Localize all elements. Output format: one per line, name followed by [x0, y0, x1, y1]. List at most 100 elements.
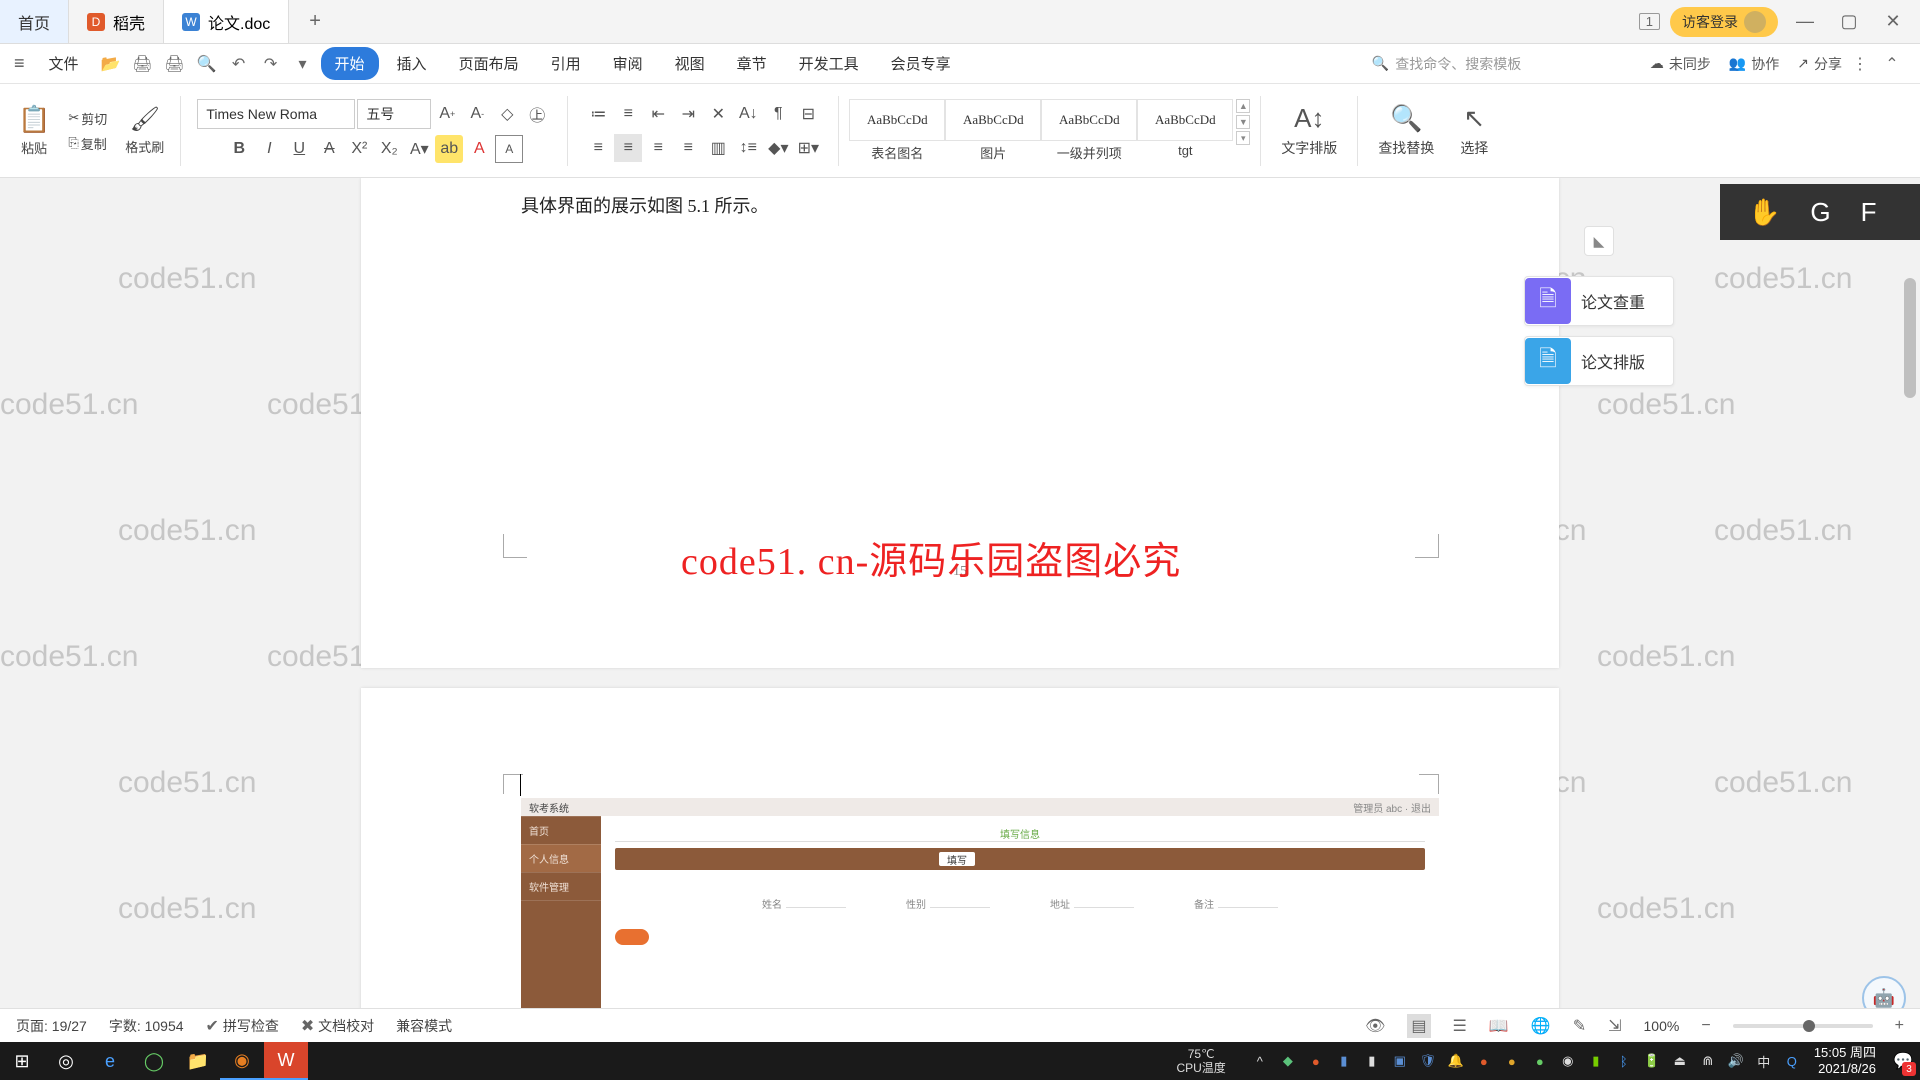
tab-settings-icon[interactable]: ⊟: [794, 100, 822, 128]
task-view-icon[interactable]: ◎: [44, 1042, 88, 1080]
tray-icon-1[interactable]: ◆: [1276, 1049, 1300, 1073]
align-right-icon[interactable]: ≡: [644, 134, 672, 162]
tab-add[interactable]: +: [289, 0, 341, 43]
menu-start[interactable]: 开始: [321, 47, 379, 80]
underline-button[interactable]: U: [285, 135, 313, 163]
zoom-out-button[interactable]: −: [1701, 1017, 1710, 1035]
grow-font-icon[interactable]: A+: [433, 100, 461, 128]
quick-dropdown-icon[interactable]: ▾: [289, 50, 317, 78]
ime-indicator[interactable]: 中: [1752, 1049, 1776, 1073]
menu-member[interactable]: 会员专享: [877, 47, 965, 80]
ie-icon[interactable]: e: [88, 1042, 132, 1080]
select-button[interactable]: ↖选择: [1450, 103, 1498, 158]
decrease-indent-icon[interactable]: ⇤: [644, 100, 672, 128]
font-color-button[interactable]: A: [465, 135, 493, 163]
paste-group[interactable]: 📋粘贴: [12, 90, 56, 171]
file-explorer-icon[interactable]: 📁: [176, 1042, 220, 1080]
format-painter[interactable]: 🖌格式刷: [119, 90, 170, 171]
page-status[interactable]: 页面: 19/27: [16, 1016, 87, 1036]
cpu-temp-widget[interactable]: 75℃CPU温度: [1176, 1047, 1225, 1076]
eye-view-icon[interactable]: 👁: [1365, 1016, 1385, 1036]
doc-proof[interactable]: ✖ 文档校对: [301, 1016, 374, 1036]
print-preview-icon[interactable]: 🔍: [193, 50, 221, 78]
battery-icon[interactable]: 🔋: [1640, 1049, 1664, 1073]
collapse-ribbon-icon[interactable]: ⌃: [1878, 50, 1906, 78]
zoom-level[interactable]: 100%: [1644, 1018, 1680, 1034]
web-view-icon[interactable]: 🌐: [1531, 1016, 1551, 1036]
tray-icon-3[interactable]: ▮: [1332, 1049, 1356, 1073]
show-marks-icon[interactable]: ¶: [764, 100, 792, 128]
style-up-icon[interactable]: ▲: [1236, 99, 1250, 113]
shading-icon[interactable]: ◆▾: [764, 134, 792, 162]
redo-icon[interactable]: ↷: [257, 50, 285, 78]
tray-shield-icon[interactable]: 🛡: [1416, 1049, 1440, 1073]
tray-icon-5[interactable]: ▣: [1388, 1049, 1412, 1073]
tab-home[interactable]: 首页: [0, 0, 69, 43]
distributed-icon[interactable]: ▥: [704, 134, 732, 162]
tray-icon-4[interactable]: ▮: [1360, 1049, 1384, 1073]
sort-icon[interactable]: A↓: [734, 100, 762, 128]
tab-document[interactable]: W论文.doc: [164, 0, 289, 43]
read-view-icon[interactable]: 📖: [1489, 1016, 1509, 1036]
clear-format-icon[interactable]: ◇: [493, 100, 521, 128]
align-center-icon[interactable]: ≡: [614, 134, 642, 162]
subscript-button[interactable]: X₂: [375, 135, 403, 163]
menu-reference[interactable]: 引用: [537, 47, 595, 80]
font-name-select[interactable]: Times New Roma: [197, 99, 355, 129]
tray-icon-2[interactable]: ●: [1304, 1049, 1328, 1073]
right-sidebar-strip[interactable]: ✋ G F: [1720, 184, 1920, 240]
align-justify-icon[interactable]: ≡: [674, 134, 702, 162]
style-item-2[interactable]: AaBbCcDd: [945, 99, 1041, 141]
page-view-icon[interactable]: ▤: [1407, 1014, 1430, 1038]
open-icon[interactable]: 📂: [97, 50, 125, 78]
more-icon[interactable]: ⋮: [1846, 50, 1874, 78]
app-icon-1[interactable]: ◉: [220, 1042, 264, 1080]
tray-icon-7[interactable]: ●: [1500, 1049, 1524, 1073]
menu-layout[interactable]: 页面布局: [445, 47, 533, 80]
undo-icon[interactable]: ↶: [225, 50, 253, 78]
vertical-scrollbar[interactable]: [1900, 178, 1918, 1008]
hamburger-icon[interactable]: ≡: [14, 53, 25, 74]
window-count-badge[interactable]: 1: [1639, 13, 1660, 30]
wifi-icon[interactable]: ⋒: [1696, 1049, 1720, 1073]
find-replace-button[interactable]: 🔍查找替换: [1368, 103, 1444, 158]
scrollbar-thumb[interactable]: [1904, 278, 1916, 398]
typeset-button[interactable]: 🗎论文排版: [1524, 336, 1674, 386]
tray-q-icon[interactable]: Q: [1780, 1049, 1804, 1073]
word-count[interactable]: 字数: 10954: [109, 1016, 184, 1036]
print-icon[interactable]: 🖨: [161, 50, 189, 78]
phonetic-icon[interactable]: ㊤: [523, 100, 551, 128]
browser-icon[interactable]: ◯: [132, 1042, 176, 1080]
document-page-1[interactable]: 具体界面的展示如图 5.1 所示。 15 code51. cn-源码乐园盗图必究: [361, 178, 1559, 668]
wps-icon[interactable]: W: [264, 1042, 308, 1080]
text-layout-button[interactable]: A↕文字排版: [1271, 103, 1347, 158]
char-border-button[interactable]: A: [495, 135, 523, 163]
bold-button[interactable]: B: [225, 135, 253, 163]
number-list-icon[interactable]: ≡: [614, 100, 642, 128]
share-button[interactable]: ↗分享: [1797, 54, 1842, 74]
menu-insert[interactable]: 插入: [383, 47, 441, 80]
text-effect-button[interactable]: A▾: [405, 135, 433, 163]
borders-icon[interactable]: ⊞▾: [794, 134, 822, 162]
bullet-list-icon[interactable]: ≔: [584, 100, 612, 128]
style-item-3[interactable]: AaBbCcDd: [1041, 99, 1137, 141]
cut-button[interactable]: ✂剪切: [68, 109, 107, 128]
menu-devtools[interactable]: 开发工具: [785, 47, 873, 80]
start-button[interactable]: ⊞: [0, 1042, 44, 1080]
style-item-1[interactable]: AaBbCcDd: [849, 99, 945, 141]
tray-icon-8[interactable]: ●: [1528, 1049, 1552, 1073]
clock[interactable]: 15:05 周四2021/8/26: [1804, 1045, 1886, 1076]
style-down-icon[interactable]: ▼: [1236, 115, 1250, 129]
zoom-slider[interactable]: [1733, 1024, 1873, 1028]
align-left-icon[interactable]: ≡: [584, 134, 612, 162]
font-size-select[interactable]: 五号: [357, 99, 431, 129]
compat-mode[interactable]: 兼容模式: [396, 1016, 452, 1036]
zoom-in-button[interactable]: +: [1895, 1017, 1904, 1035]
copy-button[interactable]: ⎘复制: [68, 134, 106, 153]
usb-icon[interactable]: ⏏: [1668, 1049, 1692, 1073]
document-page-2[interactable]: 软考系统管理员 abc · 退出 首页 个人信息 软件管理 填写信息 填写 姓名…: [361, 688, 1559, 1008]
edit-mode-icon[interactable]: ✎: [1573, 1016, 1586, 1036]
zoom-slider-thumb[interactable]: [1803, 1020, 1815, 1032]
style-item-4[interactable]: AaBbCcDd: [1137, 99, 1233, 141]
italic-button[interactable]: I: [255, 135, 283, 163]
